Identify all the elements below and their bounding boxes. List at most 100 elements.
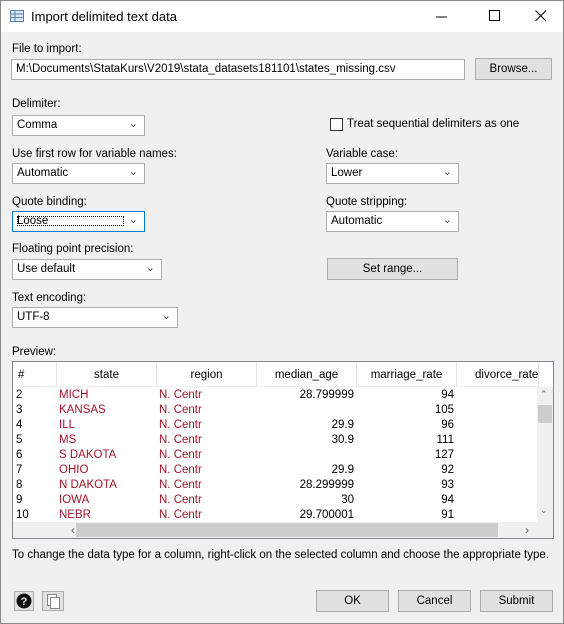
column-header-marriage-rate[interactable]: marriage_rate [357, 363, 457, 387]
first-row-label: Use first row for variable names: [12, 148, 177, 160]
column-header-median-age[interactable]: median_age [257, 363, 357, 387]
table-cell[interactable]: N DAKOTA [59, 478, 157, 493]
table-cell[interactable]: 105 [357, 403, 454, 418]
table-cell[interactable]: 111 [357, 433, 454, 448]
table-cell[interactable] [257, 448, 354, 463]
delimiter-select[interactable]: Comma ⌄ [12, 115, 145, 136]
delimiter-label: Delimiter: [12, 98, 61, 110]
cancel-button[interactable]: Cancel [398, 590, 471, 612]
sequential-checkbox[interactable] [330, 118, 343, 131]
table-cell[interactable]: 94 [357, 493, 454, 508]
table-cell[interactable]: N. Centr [159, 493, 257, 508]
table-cell[interactable] [457, 508, 536, 523]
table-cell[interactable] [457, 493, 536, 508]
scroll-left-icon[interactable]: ‹ [71, 523, 75, 537]
table-cell[interactable]: N. Centr [159, 478, 257, 493]
table-cell[interactable]: 93 [357, 478, 454, 493]
table-cell[interactable]: N. Centr [159, 433, 257, 448]
table-cell[interactable]: 28.799999 [257, 388, 354, 403]
encoding-value: UTF-8 [17, 311, 50, 323]
scroll-down-icon[interactable]: ⌄ [540, 505, 548, 516]
table-cell[interactable]: N. Centr [159, 463, 257, 478]
table-cell[interactable]: 7 [16, 463, 57, 478]
table-cell[interactable]: N. Centr [159, 508, 257, 523]
minimize-icon[interactable] [436, 11, 448, 23]
table-cell[interactable]: N. Centr [159, 418, 257, 433]
table-cell[interactable]: S DAKOTA [59, 448, 157, 463]
title-bar: Import delimited text data [1, 1, 563, 32]
chevron-down-icon: ⌄ [161, 310, 171, 322]
ok-button[interactable]: OK [316, 590, 389, 612]
table-cell[interactable]: 91 [357, 508, 454, 523]
table-cell[interactable] [457, 448, 536, 463]
table-cell[interactable]: 3 [16, 403, 57, 418]
submit-button[interactable]: Submit [480, 590, 553, 612]
vertical-scroll-thumb[interactable] [538, 405, 552, 423]
table-cell[interactable]: N. Centr [159, 448, 257, 463]
table-cell[interactable]: 30.9 [257, 433, 354, 448]
table-cell[interactable]: 5 [16, 433, 57, 448]
table-cell[interactable] [457, 478, 536, 493]
close-icon[interactable] [535, 10, 547, 22]
scroll-up-icon[interactable]: ⌃ [540, 389, 548, 400]
table-cell[interactable]: N. Centr [159, 403, 257, 418]
table-cell[interactable]: 4 [16, 418, 57, 433]
column-header--[interactable]: # [14, 363, 57, 387]
table-cell[interactable]: 29.9 [257, 418, 354, 433]
table-cell[interactable]: 10 [16, 508, 57, 523]
vertical-scrollbar[interactable]: ⌃ ⌄ [537, 387, 553, 522]
table-cell[interactable]: MS [59, 433, 157, 448]
copy-icon [47, 594, 60, 609]
preview-grid[interactable]: 91 29.700001 N. Centr NEBR 10 94 30 N. Centr IOW… [12, 361, 554, 539]
table-cell[interactable]: OHIO [59, 463, 157, 478]
browse-button[interactable]: Browse... [475, 58, 552, 80]
table-cell[interactable]: 28.299999 [257, 478, 354, 493]
horizontal-scroll-thumb[interactable] [76, 523, 498, 537]
first-row-select[interactable]: Automatic ⌄ [12, 163, 145, 184]
help-button[interactable]: ? [14, 591, 34, 611]
table-cell[interactable]: 94 [357, 388, 454, 403]
table-cell[interactable]: 29.700001 [257, 508, 354, 523]
table-cell[interactable]: KANSAS [59, 403, 157, 418]
column-header-state[interactable]: state [57, 363, 157, 387]
table-cell[interactable]: 2 [16, 388, 57, 403]
copy-command-button[interactable] [42, 591, 64, 611]
table-cell[interactable]: 127 [357, 448, 454, 463]
chevron-down-icon: ⌄ [128, 214, 138, 226]
table-cell[interactable]: N. Centr [159, 388, 257, 403]
quote-binding-select[interactable]: Loose ⌄ [12, 211, 145, 232]
maximize-icon[interactable] [489, 10, 501, 22]
table-cell[interactable] [457, 418, 536, 433]
table-cell[interactable]: 6 [16, 448, 57, 463]
variable-case-select[interactable]: Lower ⌄ [326, 163, 459, 184]
table-cell[interactable]: IOWA [59, 493, 157, 508]
chevron-down-icon: ⌄ [145, 262, 155, 274]
horizontal-scrollbar[interactable]: ‹ › [13, 522, 553, 538]
file-path-input[interactable]: M:\Documents\StataKurs\V2019\stata_datas… [11, 59, 465, 80]
float-precision-select[interactable]: Use default ⌄ [12, 259, 162, 280]
table-cell[interactable] [257, 403, 354, 418]
table-cell[interactable] [457, 388, 536, 403]
column-header-divorce-rate[interactable]: divorce_rate [457, 363, 539, 387]
scroll-right-icon[interactable]: › [525, 523, 529, 537]
table-cell[interactable]: 92 [357, 463, 454, 478]
float-precision-label: Floating point precision: [12, 243, 134, 255]
quote-stripping-select[interactable]: Automatic ⌄ [326, 211, 459, 232]
help-icon: ? [16, 593, 32, 609]
table-cell[interactable] [457, 463, 536, 478]
table-cell[interactable] [457, 403, 536, 418]
table-cell[interactable]: ILL [59, 418, 157, 433]
delimiter-value: Comma [17, 119, 58, 131]
table-cell[interactable]: 8 [16, 478, 57, 493]
table-cell[interactable]: 9 [16, 493, 57, 508]
encoding-select[interactable]: UTF-8 ⌄ [12, 307, 178, 328]
table-cell[interactable] [457, 433, 536, 448]
table-cell[interactable]: NEBR [59, 508, 157, 523]
table-cell[interactable]: 96 [357, 418, 454, 433]
set-range-button[interactable]: Set range... [327, 258, 458, 280]
table-cell[interactable]: MICH [59, 388, 157, 403]
column-header-region[interactable]: region [157, 363, 257, 387]
table-cell[interactable]: 30 [257, 493, 354, 508]
table-window-icon [10, 10, 24, 22]
table-cell[interactable]: 29.9 [257, 463, 354, 478]
